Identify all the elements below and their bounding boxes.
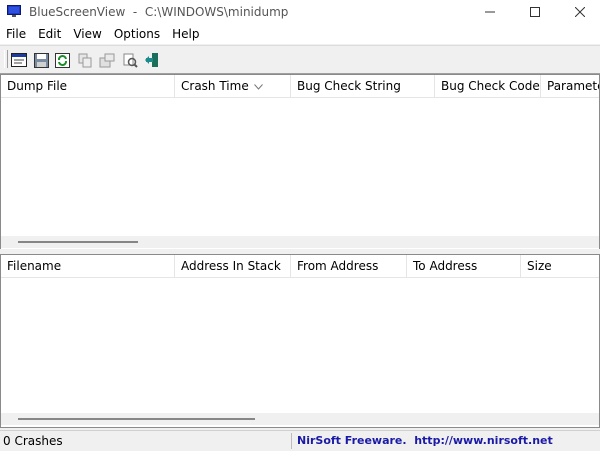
column-crash-time[interactable]: Crash Time <box>175 75 291 97</box>
close-icon <box>575 7 585 17</box>
column-address-in-stack[interactable]: Address In Stack <box>175 255 291 277</box>
properties-button[interactable] <box>10 51 28 69</box>
minimize-button[interactable] <box>468 0 512 24</box>
menu-bar: File Edit View Options Help <box>0 24 600 44</box>
menu-file[interactable]: File <box>0 24 32 44</box>
refresh-button[interactable] <box>53 51 71 69</box>
driver-list-header: Filename Address In Stack From Address T… <box>1 255 599 278</box>
crash-count: 0 Crashes <box>3 434 63 448</box>
column-parameter[interactable]: Parameter <box>541 75 599 97</box>
menu-help[interactable]: Help <box>166 24 205 44</box>
minimize-icon <box>485 11 495 13</box>
menu-options[interactable]: Options <box>108 24 166 44</box>
crash-list-horizontal-scrollbar[interactable] <box>1 236 599 248</box>
menu-view[interactable]: View <box>67 24 107 44</box>
save-button[interactable] <box>32 51 50 69</box>
column-dump-file[interactable]: Dump File <box>1 75 175 97</box>
copy-button[interactable] <box>76 51 94 69</box>
properties-window-icon <box>11 53 27 67</box>
html-report-icon <box>99 53 115 67</box>
maximize-button[interactable] <box>513 0 557 24</box>
window-title: BlueScreenView - C:\WINDOWS\minidump <box>29 5 289 19</box>
crash-list-panel[interactable]: Dump File Crash Time Bug Check String Bu… <box>0 74 600 250</box>
sort-descending-icon <box>254 84 263 90</box>
column-crash-time-label: Crash Time <box>181 79 249 93</box>
app-icon <box>7 5 21 17</box>
driver-list-scroll-thumb[interactable] <box>18 418 255 420</box>
html-report-button[interactable] <box>98 51 116 69</box>
find-icon <box>123 53 138 68</box>
save-icon <box>33 52 49 68</box>
column-filename[interactable]: Filename <box>1 255 175 277</box>
copy-icon <box>78 53 91 67</box>
exit-button[interactable] <box>143 51 161 69</box>
driver-list-panel[interactable]: Filename Address In Stack From Address T… <box>0 254 600 428</box>
driver-list-horizontal-scrollbar[interactable] <box>1 413 599 425</box>
maximize-icon <box>530 7 540 17</box>
crash-list-header: Dump File Crash Time Bug Check String Bu… <box>1 75 599 98</box>
column-bug-check-string[interactable]: Bug Check String <box>291 75 435 97</box>
exit-icon <box>145 53 158 67</box>
refresh-icon <box>54 52 70 68</box>
column-from-address[interactable]: From Address <box>291 255 407 277</box>
column-size[interactable]: Size <box>521 255 599 277</box>
column-to-address[interactable]: To Address <box>407 255 521 277</box>
toolbar-grip <box>4 50 8 68</box>
crash-list-scroll-thumb[interactable] <box>18 241 138 243</box>
toolbar <box>0 45 600 74</box>
status-divider <box>291 433 292 449</box>
menu-edit[interactable]: Edit <box>32 24 67 44</box>
nirsoft-link[interactable]: NirSoft Freeware. http://www.nirsoft.net <box>297 434 553 447</box>
find-button[interactable] <box>121 51 139 69</box>
status-bar: 0 Crashes NirSoft Freeware. http://www.n… <box>0 430 600 451</box>
title-bar: BlueScreenView - C:\WINDOWS\minidump <box>0 0 600 24</box>
column-bug-check-code[interactable]: Bug Check Code <box>435 75 541 97</box>
close-button[interactable] <box>558 0 600 24</box>
